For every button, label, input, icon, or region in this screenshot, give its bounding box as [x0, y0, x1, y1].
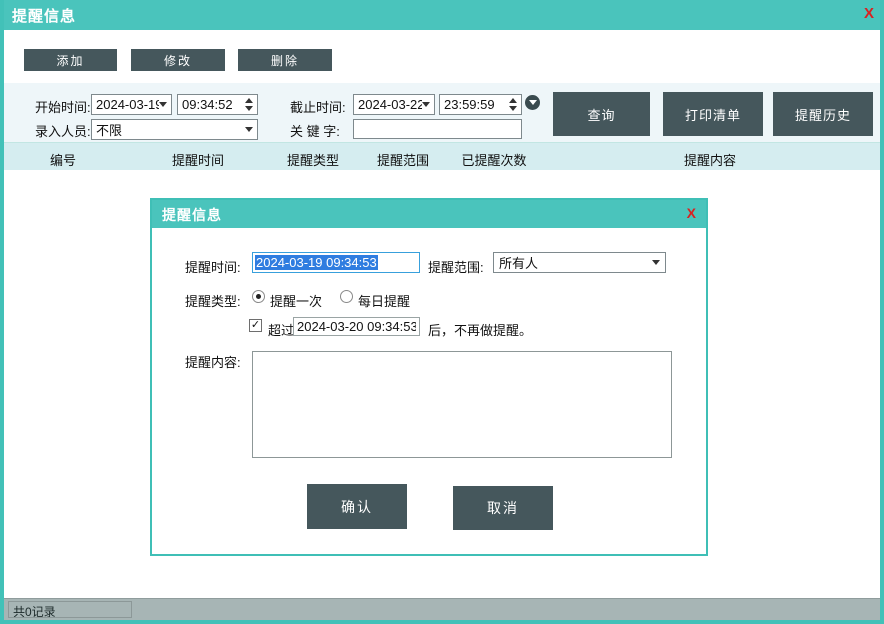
spinner-arrows-icon[interactable]	[509, 98, 517, 111]
end-date-value: 2024-03-22	[358, 97, 422, 112]
start-time-spinner[interactable]: 09:34:52	[177, 94, 258, 115]
chevron-down-icon	[159, 102, 167, 107]
chevron-down-icon	[245, 127, 253, 132]
dialog-close-icon[interactable]: X	[687, 205, 696, 221]
remind-scope-value: 所有人	[499, 253, 538, 272]
radio-remind-daily[interactable]	[340, 290, 353, 303]
chevron-down-icon	[422, 102, 430, 107]
reminder-window: 提醒信息 X 添加 修改 删除 开始时间: 2024-03-19 09:34:5…	[0, 0, 884, 624]
window-border-left	[0, 0, 4, 624]
expire-time-input[interactable]	[293, 317, 420, 336]
column-header-remind-time: 提醒时间	[172, 150, 224, 169]
column-header-remind-type: 提醒类型	[287, 150, 339, 169]
query-button[interactable]: 查询	[553, 92, 650, 136]
expire-suffix-label: 后，不再做提醒。	[428, 320, 532, 339]
end-time-value: 23:59:59	[444, 97, 495, 112]
remind-content-label: 提醒内容:	[185, 352, 241, 371]
operator-value: 不限	[96, 120, 122, 139]
remind-time-input[interactable]: 2024-03-19 09:34:53	[252, 252, 420, 273]
start-date-value: 2024-03-19	[96, 97, 159, 112]
window-titlebar: 提醒信息 X	[0, 0, 884, 30]
column-header-id: 编号	[50, 150, 76, 169]
radio-remind-once-label: 提醒一次	[270, 291, 322, 310]
add-button[interactable]: 添加	[24, 49, 117, 71]
remind-scope-select[interactable]: 所有人	[493, 252, 666, 273]
dialog-titlebar: 提醒信息 X	[152, 200, 706, 228]
delete-button[interactable]: 删除	[238, 49, 332, 71]
operator-select[interactable]: 不限	[91, 119, 258, 140]
cancel-button[interactable]: 取消	[453, 486, 553, 530]
print-list-button[interactable]: 打印清单	[663, 92, 763, 136]
record-count: 共0记录	[8, 601, 132, 618]
column-header-remind-scope: 提醒范围	[377, 150, 429, 169]
window-close-icon[interactable]: X	[864, 5, 874, 22]
modify-button[interactable]: 修改	[131, 49, 225, 71]
start-time-value: 09:34:52	[182, 97, 233, 112]
dialog-title: 提醒信息	[162, 205, 222, 225]
remind-time-label: 提醒时间:	[185, 257, 241, 276]
spinner-arrows-icon[interactable]	[245, 98, 253, 111]
expire-prefix-label: 超过	[268, 320, 294, 339]
window-border-bottom	[0, 620, 884, 624]
table-header: 编号 提醒时间 提醒类型 提醒范围 已提醒次数 提醒内容	[4, 142, 880, 170]
window-border-right	[880, 0, 884, 624]
expire-checkbox[interactable]: ✓	[249, 319, 262, 332]
start-time-label: 开始时间:	[35, 97, 91, 116]
expand-filter-button[interactable]	[525, 95, 540, 110]
reminder-history-button[interactable]: 提醒历史	[773, 92, 873, 136]
status-bar: 共0记录	[4, 598, 880, 620]
remind-content-textarea[interactable]	[252, 351, 672, 458]
confirm-button[interactable]: 确认	[307, 484, 407, 529]
column-header-remind-content: 提醒内容	[684, 150, 736, 169]
remind-type-label: 提醒类型:	[185, 291, 241, 310]
column-header-remind-count: 已提醒次数	[461, 150, 526, 169]
end-time-spinner[interactable]: 23:59:59	[439, 94, 522, 115]
end-date-select[interactable]: 2024-03-22	[353, 94, 435, 115]
keyword-input[interactable]	[353, 119, 522, 139]
reminder-dialog: 提醒信息 X 提醒时间: 2024-03-19 09:34:53 提醒范围: 所…	[150, 198, 708, 556]
start-date-select[interactable]: 2024-03-19	[91, 94, 172, 115]
window-title: 提醒信息	[12, 5, 76, 26]
remind-time-selected-text: 2024-03-19 09:34:53	[255, 255, 378, 270]
keyword-label: 关 键 字:	[290, 121, 340, 140]
chevron-down-icon	[652, 260, 660, 265]
end-time-label: 截止时间:	[290, 97, 346, 116]
radio-remind-daily-label: 每日提醒	[358, 291, 410, 310]
radio-remind-once[interactable]	[252, 290, 265, 303]
chevron-down-icon	[529, 100, 537, 105]
remind-scope-label: 提醒范围:	[428, 257, 484, 276]
operator-label: 录入人员:	[35, 121, 91, 140]
